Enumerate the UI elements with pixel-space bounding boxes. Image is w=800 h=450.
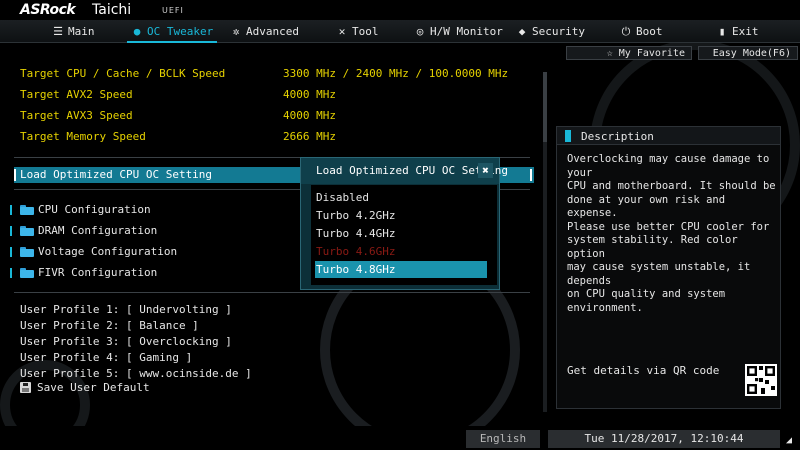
board-model: Taichi: [92, 2, 132, 18]
cpu-configuration-item[interactable]: CPU Configuration: [10, 202, 151, 218]
target-value: 4000 MHz: [283, 109, 336, 122]
tab-oc-tweaker[interactable]: ● OC Tweaker: [126, 20, 218, 43]
tab-security[interactable]: ◆ Security: [516, 20, 585, 43]
option-label: Load Optimized CPU OC Setting: [20, 168, 213, 181]
folder-icon: [20, 226, 34, 236]
target-label: Target Memory Speed: [20, 130, 146, 143]
main-nav: ☰ Main ● OC Tweaker ✲ Advanced ✕ Tool ◎ …: [0, 20, 800, 43]
close-icon[interactable]: ✖: [478, 163, 493, 178]
target-value: 3300 MHz / 2400 MHz / 100.0000 MHz: [283, 67, 509, 80]
brand-bar: ASRock Taichi UEFI: [0, 0, 800, 20]
voltage-configuration-item[interactable]: Voltage Configuration: [10, 244, 178, 260]
selection-marker: [14, 169, 16, 181]
status-bar: English Tue 11/28/2017, 12:10:44: [0, 426, 800, 450]
item-label: Voltage Configuration: [38, 245, 178, 258]
brand-logo: ASRock: [20, 2, 76, 18]
qr-code-label: Get details via QR code: [567, 364, 720, 377]
my-favorite-button[interactable]: ☆ My Favorite: [566, 46, 692, 60]
target-label: Target CPU / Cache / BCLK Speed: [20, 67, 226, 80]
easy-mode-button[interactable]: Easy Mode(F6): [698, 46, 798, 60]
tab-main[interactable]: ☰ Main: [52, 20, 95, 43]
target-avx3-row: Target AVX3 Speed 4000 MHz: [20, 108, 336, 124]
shield-icon: ◆: [518, 24, 526, 38]
qr-code-icon: [745, 364, 777, 396]
option-turbo-4-4[interactable]: Turbo 4.4GHz: [315, 225, 487, 242]
target-label: Target AVX3 Speed: [20, 109, 133, 122]
row-marker: [10, 205, 12, 215]
tab-label: Boot: [636, 25, 663, 38]
description-header: Description: [557, 127, 780, 145]
target-memory-row: Target Memory Speed 2666 MHz: [20, 129, 336, 145]
user-profile-1[interactable]: User Profile 1: [ Undervolting ]: [20, 302, 232, 317]
list-icon: ☰: [53, 24, 63, 38]
tab-label: Security: [532, 25, 585, 38]
floppy-disk-icon: [20, 382, 31, 393]
item-label: CPU Configuration: [38, 203, 151, 216]
option-turbo-4-8[interactable]: Turbo 4.8GHz: [315, 261, 487, 278]
divider: [14, 292, 530, 293]
header-marker: [565, 130, 571, 142]
star-icon: ☆: [606, 48, 619, 59]
monitor-icon: ◎: [416, 24, 424, 38]
user-profile-4[interactable]: User Profile 4: [ Gaming ]: [20, 350, 192, 365]
item-label: Save User Default: [37, 381, 150, 394]
target-cpu-row: Target CPU / Cache / BCLK Speed 3300 MHz…: [20, 66, 508, 82]
tab-boot[interactable]: ⏻ Boot: [620, 20, 663, 43]
folder-icon: [20, 268, 34, 278]
target-avx2-row: Target AVX2 Speed 4000 MHz: [20, 87, 336, 103]
item-label: FIVR Configuration: [38, 266, 158, 279]
option-turbo-4-6[interactable]: Turbo 4.6GHz: [315, 243, 487, 260]
tab-label: Main: [68, 25, 95, 38]
tab-label: OC Tweaker: [147, 25, 214, 38]
user-profile-5[interactable]: User Profile 5: [ www.ocinside.de ]: [20, 366, 252, 381]
dram-configuration-item[interactable]: DRAM Configuration: [10, 223, 158, 239]
tab-hw-monitor[interactable]: ◎ H/W Monitor: [414, 20, 503, 43]
tab-label: Exit: [732, 25, 759, 38]
target-value: 2666 MHz: [283, 130, 336, 143]
exit-icon: ▮: [718, 24, 726, 38]
tab-label: H/W Monitor: [430, 25, 503, 38]
oc-setting-dropdown: Load Optimized CPU OC Setting ✖ Disabled…: [300, 157, 508, 290]
row-marker: [10, 247, 12, 257]
folder-icon: [20, 205, 34, 215]
row-marker: [10, 226, 12, 236]
item-label: DRAM Configuration: [38, 224, 158, 237]
button-label: My Favorite: [618, 48, 685, 59]
save-user-default-item[interactable]: Save User Default: [20, 380, 150, 395]
star-icon: ✲: [232, 24, 240, 38]
tab-label: Advanced: [246, 25, 299, 38]
tab-exit[interactable]: ▮ Exit: [716, 20, 759, 43]
droplet-icon: ●: [133, 24, 141, 38]
language-button[interactable]: English: [466, 430, 540, 448]
dropdown-options: Disabled Turbo 4.2GHz Turbo 4.4GHz Turbo…: [311, 185, 497, 285]
row-marker: [10, 268, 12, 278]
corner-icon: ◢: [786, 435, 793, 446]
option-turbo-4-2[interactable]: Turbo 4.2GHz: [315, 207, 487, 224]
target-value: 4000 MHz: [283, 88, 336, 101]
dropdown-header: Load Optimized CPU OC Setting ✖: [301, 158, 508, 184]
power-icon: ⏻: [621, 24, 631, 38]
description-panel: Description Overclocking may cause damag…: [556, 126, 781, 409]
user-profile-3[interactable]: User Profile 3: [ Overclocking ]: [20, 334, 232, 349]
wrench-icon: ✕: [338, 24, 346, 38]
user-profile-2[interactable]: User Profile 2: [ Balance ]: [20, 318, 199, 333]
button-label: Easy Mode(F6): [712, 48, 791, 59]
tab-tool[interactable]: ✕ Tool: [336, 20, 379, 43]
description-text: Overclocking may cause damage to your CP…: [567, 153, 776, 314]
target-label: Target AVX2 Speed: [20, 88, 133, 101]
folder-icon: [20, 247, 34, 257]
date-time-display: Tue 11/28/2017, 12:10:44: [548, 430, 780, 448]
tab-advanced[interactable]: ✲ Advanced: [230, 20, 299, 43]
description-title: Description: [581, 130, 654, 143]
uefi-label: UEFI: [162, 6, 184, 15]
tab-label: Tool: [352, 25, 379, 38]
selection-marker: [530, 169, 532, 181]
option-disabled[interactable]: Disabled: [315, 189, 487, 206]
scrollbar-thumb[interactable]: [543, 72, 547, 142]
fivr-configuration-item[interactable]: FIVR Configuration: [10, 265, 158, 281]
